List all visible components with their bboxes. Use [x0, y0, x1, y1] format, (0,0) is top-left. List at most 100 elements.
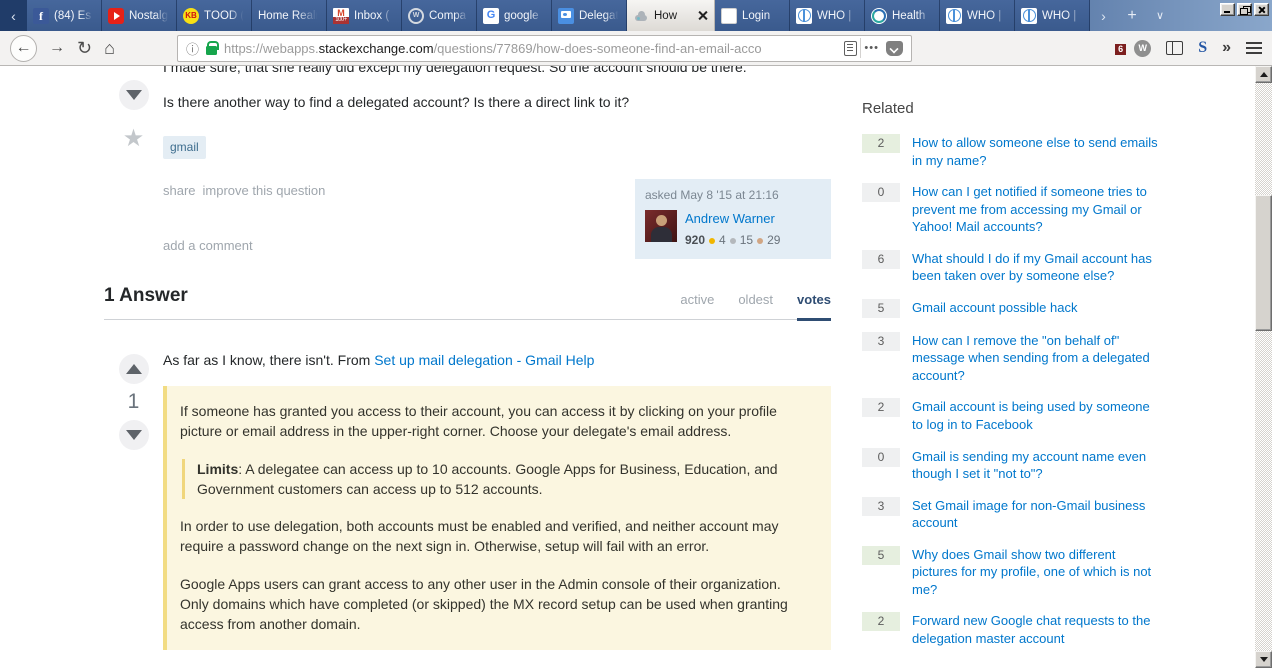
tab-label: WHO |	[1042, 9, 1077, 22]
scroll-tabs-left-button[interactable]: ‹	[0, 0, 27, 31]
related-question-link[interactable]: How can I get notified if someone tries …	[912, 183, 1164, 236]
answer-sort-tabs: active oldest votes	[680, 292, 831, 321]
site-info-icon[interactable]: ⓘ	[186, 39, 199, 58]
tab-delegat[interactable]: Delegat	[552, 0, 627, 31]
w-extension-icon[interactable]: W	[1134, 39, 1152, 57]
scrollbar-down-button[interactable]	[1255, 651, 1272, 668]
tab-label: How	[654, 9, 678, 22]
url-text[interactable]: https://webapps.stackexchange.com/questi…	[224, 41, 837, 56]
close-window-button[interactable]	[1254, 3, 1269, 16]
related-question-link[interactable]: Why does Gmail show two different pictur…	[912, 546, 1164, 599]
gmail-help-link[interactable]: Set up mail delegation - Gmail Help	[374, 352, 594, 368]
secure-lock-icon[interactable]	[205, 40, 220, 55]
answer-vote-count: 1	[127, 389, 140, 413]
tab-home-realm[interactable]: Home Realm	[252, 0, 327, 31]
blank-favicon-icon	[721, 7, 737, 24]
tab-label: Delegat	[579, 9, 619, 22]
tab-inbox[interactable]: M 100+ Inbox (	[327, 0, 402, 31]
related-question-item: 6 What should I do if my Gmail account ha…	[862, 249, 1164, 285]
tab-label: Health	[892, 9, 926, 22]
answer-quote: If someone has granted you access to the…	[163, 385, 831, 650]
tab-t-d[interactable]: KB TÖÖD (	[177, 0, 252, 31]
pocket-icon[interactable]	[885, 40, 903, 56]
reload-icon[interactable]: ↻	[77, 39, 92, 57]
related-question-link[interactable]: Set Gmail image for non-Gmail business a…	[912, 497, 1164, 532]
related-question-link[interactable]: Gmail is sending my account name even th…	[912, 448, 1164, 483]
home-icon[interactable]: ⌂	[104, 39, 115, 57]
related-question-link[interactable]: Forward new Google chat requests to the …	[912, 612, 1164, 647]
sidebar-toggle-icon[interactable]	[1166, 41, 1184, 55]
menu-icon[interactable]	[1246, 42, 1262, 54]
new-tab-button[interactable]: +	[1117, 0, 1147, 31]
avatar[interactable]	[645, 210, 677, 243]
user-name-link[interactable]: Andrew Warner	[685, 211, 775, 226]
related-vote-badge: 2	[862, 398, 900, 418]
question-and-answer-column: ★ I made sure, that she really did excep…	[104, 66, 831, 668]
sidebar: Related 2 How to allow someone else to se…	[862, 66, 1164, 668]
scroll-tabs-right-button[interactable]: ›	[1090, 0, 1117, 31]
tab-compa[interactable]: W Compa	[402, 0, 477, 31]
tab-login[interactable]: Login	[715, 0, 790, 31]
who-favicon-icon	[1021, 7, 1037, 24]
facebook-favicon-icon: f	[33, 7, 49, 24]
tab-close-icon[interactable]	[697, 10, 708, 21]
s-extension-icon[interactable]: S	[1198, 39, 1207, 57]
sort-tab-oldest[interactable]: oldest	[738, 292, 773, 319]
tab-how[interactable]: How	[627, 0, 715, 31]
tab-label: WHO |	[817, 9, 852, 22]
tab-84-es[interactable]: f (84) Es	[27, 0, 102, 31]
related-question-item: 2 Gmail account is being used by someone …	[862, 398, 1164, 433]
forward-icon[interactable]: →	[49, 40, 65, 56]
page-content: ★ I made sure, that she really did excep…	[0, 66, 1272, 668]
tag-gmail[interactable]: gmail	[163, 135, 206, 159]
improve-question-link[interactable]: improve this question	[203, 183, 326, 198]
related-question-item: 0 Gmail is sending my account name even t…	[862, 447, 1164, 483]
limits-label: Limits	[197, 460, 239, 477]
question-meta-row: share improve this question add a comment…	[163, 178, 831, 259]
sort-tab-votes[interactable]: votes	[797, 292, 831, 321]
scrollbar-thumb[interactable]	[1255, 195, 1272, 331]
url-bar[interactable]: ⓘ https://webapps.stackexchange.com/ques…	[176, 34, 912, 62]
tab-who[interactable]: WHO |	[940, 0, 1015, 31]
share-question-link[interactable]: share	[163, 183, 196, 198]
reader-mode-icon[interactable]	[844, 40, 858, 56]
related-question-link[interactable]: Gmail account is being used by someone t…	[912, 398, 1164, 433]
tab-nostalg[interactable]: Nostalg	[102, 0, 177, 31]
related-vote-badge: 0	[862, 183, 900, 203]
tab-google[interactable]: Ggoogle	[477, 0, 552, 31]
tab-list-dropdown-button[interactable]: ∨	[1147, 0, 1173, 31]
favorite-star-icon[interactable]: ★	[123, 124, 145, 153]
tab-who[interactable]: WHO |	[1015, 0, 1090, 31]
scrollbar-up-button[interactable]	[1255, 66, 1272, 83]
webapps-favicon-icon	[633, 8, 649, 24]
tab-health[interactable]: Health	[865, 0, 940, 31]
page-scrollbar[interactable]	[1255, 66, 1272, 668]
related-vote-badge: 0	[862, 447, 900, 467]
related-question-link[interactable]: How to allow someone else to send emails…	[912, 134, 1164, 169]
back-button[interactable]: ←	[10, 34, 37, 62]
minimize-button[interactable]	[1220, 3, 1235, 16]
restore-button[interactable]	[1237, 3, 1252, 16]
bronze-badge-icon	[757, 237, 764, 244]
upvote-icon	[125, 363, 142, 374]
quote-paragraph-2: In order to use delegation, both account…	[180, 518, 779, 555]
add-comment-link[interactable]: add a comment	[163, 237, 332, 256]
related-vote-badge: 3	[862, 496, 900, 516]
answer-downvote-button[interactable]	[118, 419, 149, 450]
related-question-link[interactable]: How can I remove the "on behalf of" mess…	[912, 332, 1164, 385]
overflow-chevron-icon[interactable]: »	[1222, 39, 1231, 57]
tab-who[interactable]: WHO |	[790, 0, 865, 31]
urlbar-separator	[860, 38, 862, 58]
tab-label: Nostalg	[129, 9, 168, 22]
answer-upvote-button[interactable]	[118, 353, 149, 384]
page-actions-icon[interactable]: •••	[864, 42, 879, 54]
question-downvote-button[interactable]	[118, 80, 149, 110]
related-question-link[interactable]: What should I do if my Gmail account has…	[912, 250, 1164, 285]
tab-label: (84) Es	[54, 9, 92, 22]
sort-tab-active[interactable]: active	[680, 292, 714, 319]
answer-body: As far as I know, there isn't. From Set …	[163, 346, 831, 668]
question-block: ★ I made sure, that she really did excep…	[104, 66, 831, 259]
related-question-item: 3 Set Gmail image for non-Gmail business …	[862, 496, 1164, 532]
related-vote-badge: 2	[862, 612, 900, 632]
related-question-link[interactable]: Gmail account possible hack	[912, 299, 1164, 317]
